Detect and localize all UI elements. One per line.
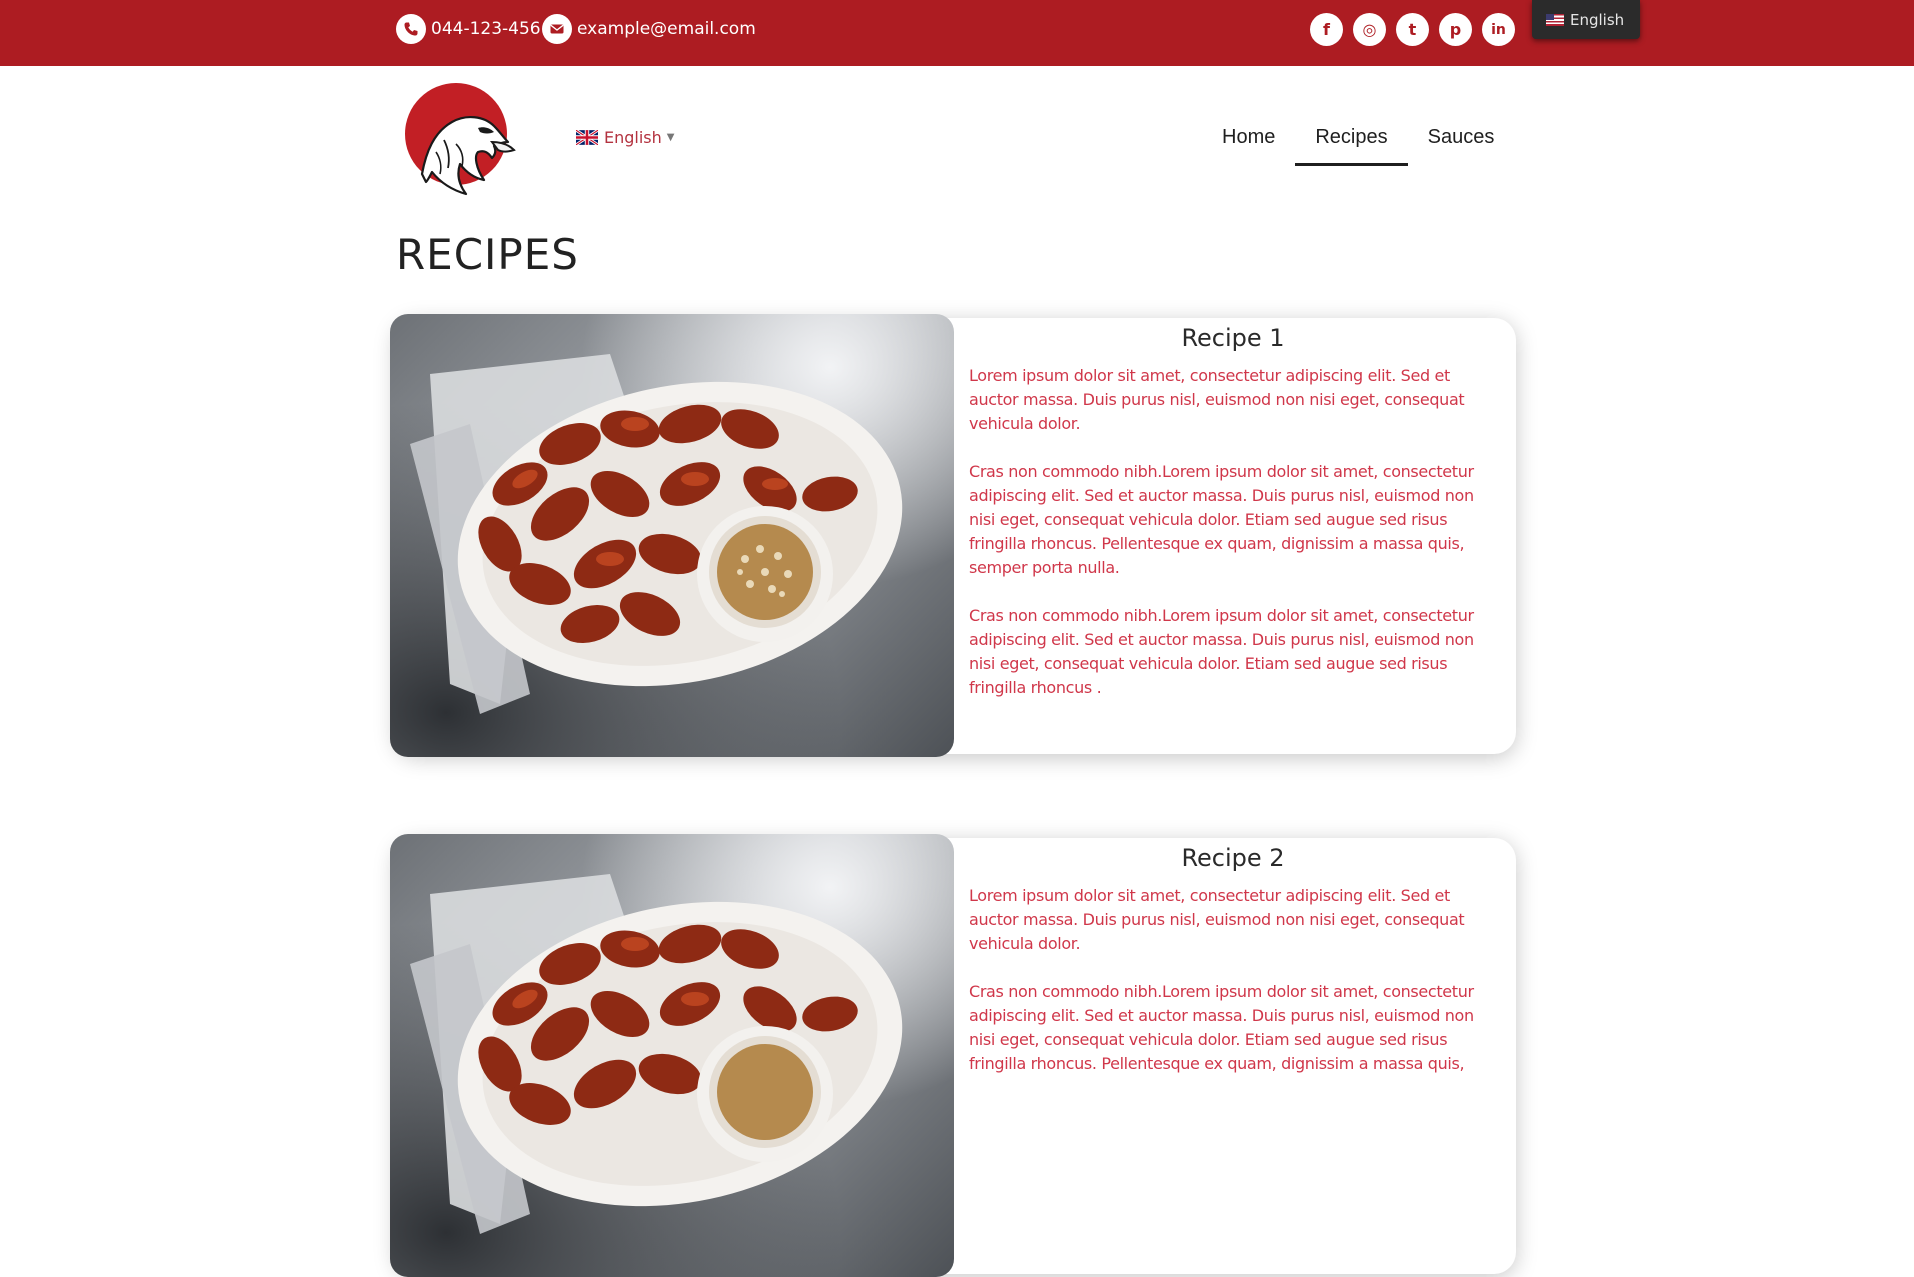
caret-down-icon: ▼ (666, 132, 675, 143)
email-address: example@email.com (577, 19, 756, 39)
phone-contact[interactable]: 044-123-456 (396, 0, 541, 58)
recipe-paragraph: Cras non commodo nibh.Lorem ipsum dolor … (969, 982, 1474, 1073)
social-links: f ◎ t p in (1310, 13, 1515, 46)
instagram-icon[interactable]: ◎ (1353, 13, 1386, 46)
eagle-logo-icon (405, 83, 516, 196)
recipe-paragraph: Lorem ipsum dolor sit amet, consectetur … (969, 366, 1465, 433)
recipe-paragraph: Lorem ipsum dolor sit amet, consectetur … (969, 886, 1465, 953)
uk-flag-icon (576, 130, 598, 145)
nav-item-sauces[interactable]: Sauces (1408, 118, 1515, 166)
recipe-image (390, 834, 954, 1277)
nav-item-recipes[interactable]: Recipes (1295, 118, 1408, 166)
recipe-paragraph: Cras non commodo nibh.Lorem ipsum dolor … (969, 606, 1474, 697)
language-badge-label: English (1570, 10, 1625, 29)
language-select-label: English (604, 128, 662, 147)
nav-item-home[interactable]: Home (1202, 118, 1295, 166)
recipe-text: Recipe 2 Lorem ipsum dolor sit amet, con… (963, 838, 1503, 1100)
phone-icon (396, 14, 426, 44)
email-contact[interactable]: example@email.com (542, 0, 756, 58)
site-logo[interactable] (404, 82, 524, 202)
linkedin-icon[interactable]: in (1482, 13, 1515, 46)
envelope-icon (542, 14, 572, 44)
recipe-card: Recipe 1 Lorem ipsum dolor sit amet, con… (390, 314, 1516, 757)
twitter-icon[interactable]: t (1396, 13, 1429, 46)
recipe-paragraph: Cras non commodo nibh.Lorem ipsum dolor … (969, 462, 1474, 577)
facebook-icon[interactable]: f (1310, 13, 1343, 46)
recipe-text: Recipe 1 Lorem ipsum dolor sit amet, con… (963, 318, 1503, 724)
language-switcher-badge[interactable]: English (1532, 0, 1640, 39)
pinterest-icon[interactable]: p (1439, 13, 1472, 46)
top-bar: 044-123-456 example@email.com f ◎ t p in… (0, 0, 1914, 66)
recipe-title: Recipe 1 (1181, 324, 1285, 352)
main-nav: Home Recipes Sauces (1202, 118, 1514, 166)
recipe-image (390, 314, 954, 757)
language-select[interactable]: English ▼ (576, 128, 674, 147)
recipe-card: Recipe 2 Lorem ipsum dolor sit amet, con… (390, 834, 1516, 1277)
page-title: RECIPES (396, 230, 579, 279)
recipe-title: Recipe 2 (1181, 844, 1285, 872)
us-flag-icon (1546, 13, 1564, 26)
phone-number: 044-123-456 (431, 19, 541, 39)
